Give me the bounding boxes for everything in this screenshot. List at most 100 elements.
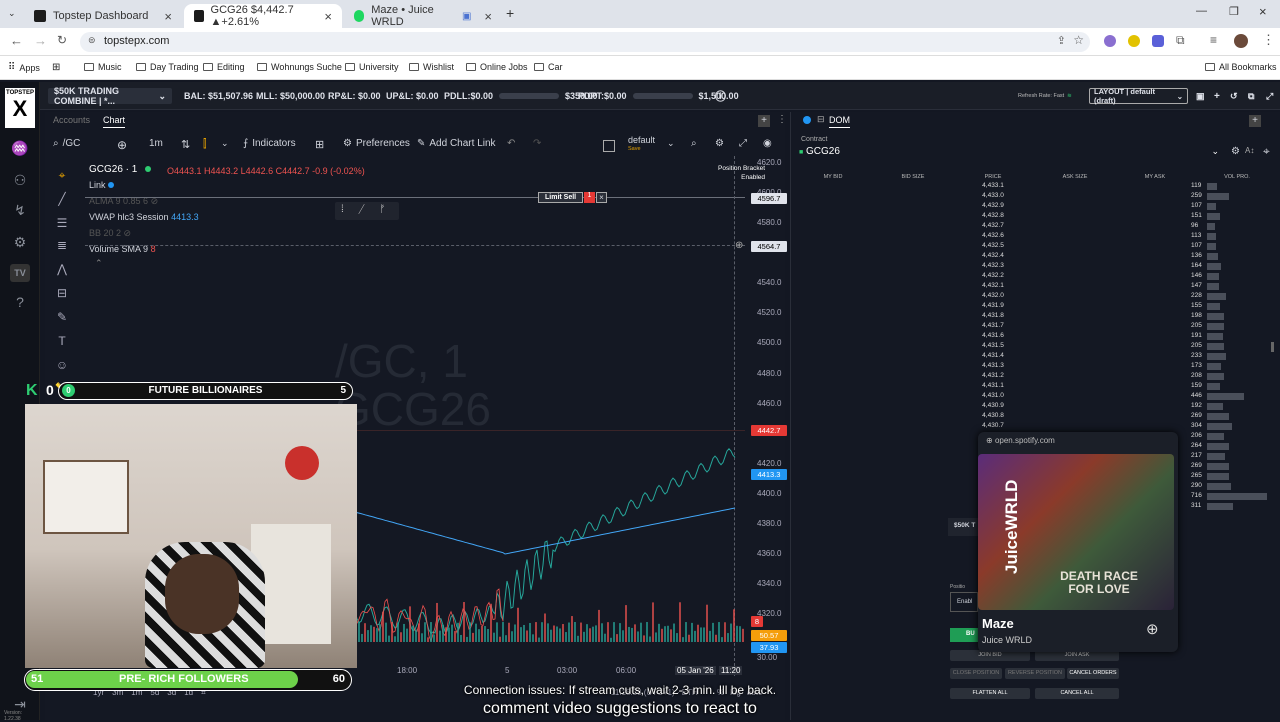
horizontal-lines-icon[interactable]: ☰ <box>53 216 71 232</box>
popout-icon[interactable]: ⧉ <box>1248 88 1254 104</box>
tab-accounts[interactable]: Accounts <box>53 115 90 125</box>
extension-icon[interactable] <box>1152 35 1164 47</box>
link-row[interactable]: Link <box>89 180 115 190</box>
undo-layout-icon[interactable]: ↺ <box>1230 88 1238 104</box>
dom-row[interactable]: 4,433.1 119 <box>791 182 1271 192</box>
reload-icon[interactable]: ↻ <box>57 33 67 47</box>
font-size-icon[interactable]: A↕ <box>1245 146 1254 155</box>
buy-button-partial[interactable]: BU <box>950 628 978 642</box>
bookmark-apps[interactable]: ⠿ Apps <box>8 62 40 73</box>
add-panel-icon[interactable]: + <box>758 115 770 127</box>
center-dom-icon[interactable]: ⌖ <box>1263 144 1270 159</box>
account-select[interactable]: $50K TRADING COMBINE | *... ⌄ <box>48 86 172 106</box>
dom-account-partial[interactable]: $50K T <box>948 518 978 536</box>
bb-indicator[interactable]: BB 20 2 ⊘ <box>89 228 131 239</box>
dom-row[interactable]: 4,431.3 173 <box>791 362 1271 372</box>
media-controls-icon[interactable]: ≡ <box>1210 33 1217 47</box>
dom-row[interactable]: 4,431.9 155 <box>791 302 1271 312</box>
chevron-down-icon[interactable]: ⌄ <box>221 138 229 149</box>
emoji-icon[interactable]: ☺ <box>53 358 71 374</box>
bookmark-day-trading[interactable]: Day Trading <box>136 62 199 72</box>
cancel-orders-button[interactable]: CANCEL ORDERS <box>1067 668 1119 679</box>
price-plot[interactable] <box>355 172 745 642</box>
extension-icon[interactable] <box>1104 35 1116 47</box>
replay-checkbox[interactable] <box>603 140 615 152</box>
close-position-button[interactable]: CLOSE POSITION <box>950 668 1002 679</box>
add-chart-link-button[interactable]: ✎ Add Chart Link <box>417 138 496 149</box>
browser-tab-dashboard[interactable]: Topstep Dashboard × <box>24 4 182 28</box>
redo-icon[interactable]: ↷ <box>533 138 541 149</box>
compare-add-icon[interactable]: ⊕ <box>117 138 127 152</box>
pip-icon[interactable]: ▣ <box>462 11 471 22</box>
add-to-library-icon[interactable]: ⊕ <box>1146 620 1159 638</box>
settings-nav-icon[interactable]: ⚙ <box>10 234 30 252</box>
bar-style-icon[interactable]: ⇅ <box>181 138 190 151</box>
back-icon[interactable]: ← <box>10 33 23 48</box>
dom-row[interactable]: 4,432.0 228 <box>791 292 1271 302</box>
browser-tab-chart[interactable]: GCG26 $4,442.7 ▲+2.61% × <box>184 4 342 28</box>
fib-icon[interactable]: ≣ <box>53 238 71 254</box>
dom-bracket-select-partial[interactable]: Enabl <box>950 592 978 612</box>
ruler-icon[interactable]: ⊟ <box>53 286 71 302</box>
browser-tab-spotify[interactable]: Maze • Juice WRLD ▣ × <box>344 4 502 28</box>
dom-row[interactable]: 4,432.3 164 <box>791 262 1271 272</box>
close-window-icon[interactable]: × <box>1259 4 1267 19</box>
dom-row[interactable]: 4,431.8 198 <box>791 312 1271 322</box>
chevron-down-icon[interactable]: ⌄ <box>667 138 675 149</box>
candles-icon[interactable]: ⫿ <box>203 138 207 151</box>
new-tab-icon[interactable]: + <box>506 5 514 21</box>
bookmark-wishlist[interactable]: Wishlist <box>409 62 454 72</box>
contract-select[interactable]: ■ GCG26 ⌄ <box>799 146 1219 160</box>
close-tab-icon[interactable]: × <box>164 9 172 24</box>
bookmark-music[interactable]: Music <box>84 62 122 72</box>
save-layout-icon[interactable]: ▣ <box>1196 88 1205 104</box>
bookmark-online-jobs[interactable]: Online Jobs <box>466 62 528 72</box>
vwap-indicator[interactable]: VWAP hlc3 Session 4413.3 <box>89 212 199 222</box>
dom-row[interactable]: 4,432.9 107 <box>791 202 1271 212</box>
install-app-icon[interactable]: ⇪ <box>1057 34 1066 47</box>
profile-avatar[interactable] <box>1234 34 1248 48</box>
dom-row[interactable]: 4,432.2 146 <box>791 272 1271 282</box>
fullscreen-icon[interactable]: ⤢ <box>739 138 747 149</box>
dom-row[interactable]: 4,431.0 446 <box>791 392 1271 402</box>
dom-scrollbar[interactable] <box>1271 342 1274 352</box>
url-input[interactable]: ⊜ topstepx.com ⇪ ☆ <box>80 32 1090 52</box>
bookmark-car[interactable]: Car <box>534 62 563 72</box>
dom-row[interactable]: 4,431.5 205 <box>791 342 1271 352</box>
indicators-button[interactable]: ⨍ Indicators <box>243 138 296 149</box>
dom-row[interactable]: 4,431.2 208 <box>791 372 1271 382</box>
camera-icon[interactable]: ◉ <box>763 138 772 149</box>
bookmark-university[interactable]: University <box>345 62 399 72</box>
tab-search-icon[interactable]: ⌄ <box>8 8 16 19</box>
analytics-nav-icon[interactable]: ↯ <box>10 202 30 220</box>
bookmark-wohnungs-suche[interactable]: Wohnungs Suche <box>257 62 342 72</box>
brush-icon[interactable]: ✎ <box>53 310 71 326</box>
layout-select[interactable]: LAYOUT | default (draft) ⌄ <box>1089 87 1188 105</box>
settings-icon[interactable]: ⚙ <box>715 138 724 149</box>
dom-row[interactable]: 4,430.9 192 <box>791 402 1271 412</box>
dom-row[interactable]: 4,431.6 191 <box>791 332 1271 342</box>
help-nav-icon[interactable]: ? <box>10 294 30 312</box>
track-title[interactable]: Maze <box>982 616 1014 631</box>
dom-settings-icon[interactable]: ⚙ <box>1231 146 1240 157</box>
dom-row[interactable]: 4,433.0 259 <box>791 192 1271 202</box>
minimize-icon[interactable]: — <box>1196 5 1207 17</box>
browser-menu-icon[interactable]: ⋮ <box>1262 32 1275 48</box>
dom-row[interactable]: 4,432.6 113 <box>791 232 1271 242</box>
info-icon[interactable]: ⓘ <box>715 88 726 104</box>
forward-icon[interactable]: → <box>34 33 47 48</box>
add-panel-icon[interactable]: + <box>1249 115 1261 127</box>
all-bookmarks[interactable]: All Bookmarks <box>1205 62 1277 72</box>
dom-row[interactable]: 4,431.1 159 <box>791 382 1271 392</box>
fullscreen-icon[interactable]: ⤢ <box>1266 88 1273 104</box>
restore-icon[interactable]: ❐ <box>1229 5 1239 18</box>
dom-link-dot[interactable] <box>803 116 811 124</box>
dom-row[interactable]: 4,431.4 233 <box>791 352 1271 362</box>
reverse-position-button[interactable]: REVERSE POSITION <box>1005 668 1065 679</box>
trade-nav-icon[interactable]: ♒ <box>10 140 30 158</box>
spotify-miniplayer[interactable]: ⊕ open.spotify.com JuiceWRLD DEATH RACE F… <box>978 432 1178 652</box>
cancel-all-button[interactable]: CANCEL ALL <box>1035 688 1119 699</box>
dom-row[interactable]: 4,432.7 96 <box>791 222 1271 232</box>
tab-chart[interactable]: Chart <box>103 115 126 128</box>
dom-row[interactable]: 4,431.7 205 <box>791 322 1271 332</box>
